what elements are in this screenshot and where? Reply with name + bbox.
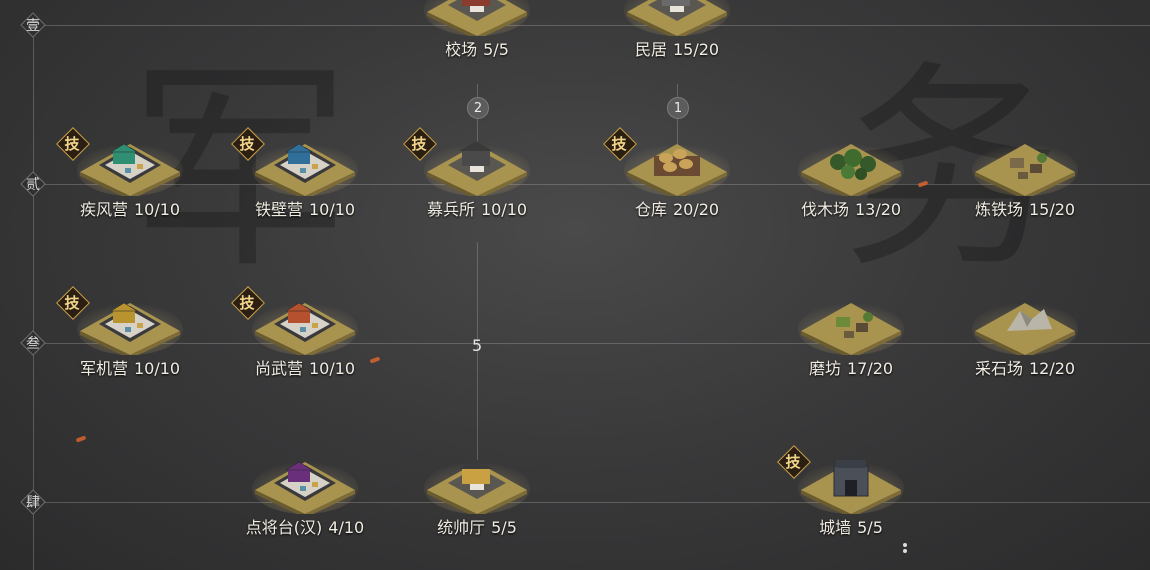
building-name: 民居 bbox=[634, 40, 667, 59]
building-count: 5/5 bbox=[857, 518, 883, 537]
building-count: 15/20 bbox=[1028, 200, 1076, 219]
building-label: 铁壁营 10/10 bbox=[220, 196, 390, 220]
building-label: 伐木场 13/20 bbox=[766, 196, 936, 220]
building-name: 采石场 bbox=[974, 359, 1023, 378]
tier-spine bbox=[33, 25, 34, 570]
building-mofang[interactable]: 磨坊 17/20 bbox=[766, 289, 936, 399]
requirement-label-mubingsuo: 5 bbox=[472, 336, 483, 355]
building-illustration bbox=[424, 452, 530, 514]
tech-badge-icon: 技 bbox=[232, 287, 262, 317]
building-count: 10/10 bbox=[133, 200, 181, 219]
building-illustration bbox=[972, 134, 1078, 196]
building-name: 校场 bbox=[445, 40, 478, 59]
building-name: 募兵所 bbox=[426, 200, 475, 219]
tier-marker-4: 肆 bbox=[22, 491, 44, 513]
building-cangku[interactable]: 技仓库 20/20 bbox=[592, 130, 762, 240]
building-name: 炼铁场 bbox=[974, 200, 1023, 219]
building-count: 10/10 bbox=[133, 359, 181, 378]
building-illustration bbox=[77, 134, 183, 196]
building-illustration bbox=[798, 452, 904, 514]
building-jiaochang[interactable]: 校场 5/5 bbox=[392, 0, 562, 80]
building-famuchang[interactable]: 伐木场 13/20 bbox=[766, 130, 936, 240]
building-count: 5/5 bbox=[483, 40, 509, 59]
building-label: 疾风营 10/10 bbox=[45, 196, 215, 220]
tier-marker-1: 壹 bbox=[22, 14, 44, 36]
building-count: 5/5 bbox=[491, 518, 517, 537]
building-illustration bbox=[252, 293, 358, 355]
building-junjiying[interactable]: 技军机营 10/10 bbox=[45, 289, 215, 399]
building-count: 15/20 bbox=[672, 40, 720, 59]
tech-badge-icon: 技 bbox=[604, 128, 634, 158]
building-label: 采石场 12/20 bbox=[940, 355, 1110, 379]
building-label: 民居 15/20 bbox=[592, 36, 762, 60]
building-name: 城墙 bbox=[819, 518, 852, 537]
building-tongshuaiting[interactable]: 统帅厅 5/5 bbox=[392, 448, 562, 558]
tier-line-4 bbox=[34, 502, 1150, 503]
building-name: 疾风营 bbox=[79, 200, 128, 219]
requirement-badge-minju: 1 bbox=[667, 97, 689, 119]
ember-decoration bbox=[75, 435, 87, 443]
building-minju[interactable]: 民居 15/20 bbox=[592, 0, 762, 80]
building-name: 仓库 bbox=[634, 200, 667, 219]
building-label: 募兵所 10/10 bbox=[392, 196, 562, 220]
building-shangwuying[interactable]: 技尚武营 10/10 bbox=[220, 289, 390, 399]
building-illustration bbox=[798, 293, 904, 355]
building-count: 12/20 bbox=[1028, 359, 1076, 378]
building-illustration bbox=[77, 293, 183, 355]
building-liantiechang[interactable]: 炼铁场 15/20 bbox=[940, 130, 1110, 240]
building-chengqiang[interactable]: 技城墙 5/5 bbox=[766, 448, 936, 558]
building-label: 城墙 5/5 bbox=[766, 514, 936, 538]
building-name: 尚武营 bbox=[254, 359, 303, 378]
building-tiebiying[interactable]: 技铁壁营 10/10 bbox=[220, 130, 390, 240]
building-count: 17/20 bbox=[846, 359, 894, 378]
requirement-badge-jiaochang: 2 bbox=[467, 97, 489, 119]
building-jifengying[interactable]: 技疾风营 10/10 bbox=[45, 130, 215, 240]
building-count: 10/10 bbox=[308, 200, 356, 219]
more-options-icon[interactable] bbox=[902, 541, 908, 557]
building-illustration bbox=[252, 134, 358, 196]
building-illustration bbox=[424, 134, 530, 196]
building-illustration bbox=[798, 134, 904, 196]
tier-marker-3: 叁 bbox=[22, 332, 44, 354]
building-count: 20/20 bbox=[672, 200, 720, 219]
building-label: 炼铁场 15/20 bbox=[940, 196, 1110, 220]
tech-badge-icon: 技 bbox=[404, 128, 434, 158]
building-label: 点将台(汉) 4/10 bbox=[220, 514, 390, 538]
building-name: 伐木场 bbox=[800, 200, 849, 219]
building-label: 统帅厅 5/5 bbox=[392, 514, 562, 538]
building-name: 统帅厅 bbox=[437, 518, 486, 537]
tech-badge-icon: 技 bbox=[232, 128, 262, 158]
building-illustration bbox=[424, 0, 530, 36]
building-name: 铁壁营 bbox=[254, 200, 303, 219]
tech-badge-icon: 技 bbox=[57, 287, 87, 317]
building-count: 4/10 bbox=[328, 518, 365, 537]
building-mubingsuo[interactable]: 技募兵所 10/10 bbox=[392, 130, 562, 240]
building-illustration bbox=[624, 0, 730, 36]
building-label: 军机营 10/10 bbox=[45, 355, 215, 379]
building-label: 仓库 20/20 bbox=[592, 196, 762, 220]
tech-badge-icon: 技 bbox=[57, 128, 87, 158]
building-name: 点将台(汉) bbox=[245, 518, 323, 537]
building-label: 尚武营 10/10 bbox=[220, 355, 390, 379]
building-dianjiangtai[interactable]: 点将台(汉) 4/10 bbox=[220, 448, 390, 558]
tier-marker-2: 贰 bbox=[22, 173, 44, 195]
building-count: 10/10 bbox=[308, 359, 356, 378]
building-caishichang[interactable]: 采石场 12/20 bbox=[940, 289, 1110, 399]
building-label: 校场 5/5 bbox=[392, 36, 562, 60]
building-illustration bbox=[624, 134, 730, 196]
building-illustration bbox=[252, 452, 358, 514]
tech-badge-icon: 技 bbox=[778, 446, 808, 476]
building-name: 军机营 bbox=[79, 359, 128, 378]
building-count: 13/20 bbox=[854, 200, 902, 219]
building-count: 10/10 bbox=[480, 200, 528, 219]
building-illustration bbox=[972, 293, 1078, 355]
building-name: 磨坊 bbox=[808, 359, 841, 378]
building-label: 磨坊 17/20 bbox=[766, 355, 936, 379]
